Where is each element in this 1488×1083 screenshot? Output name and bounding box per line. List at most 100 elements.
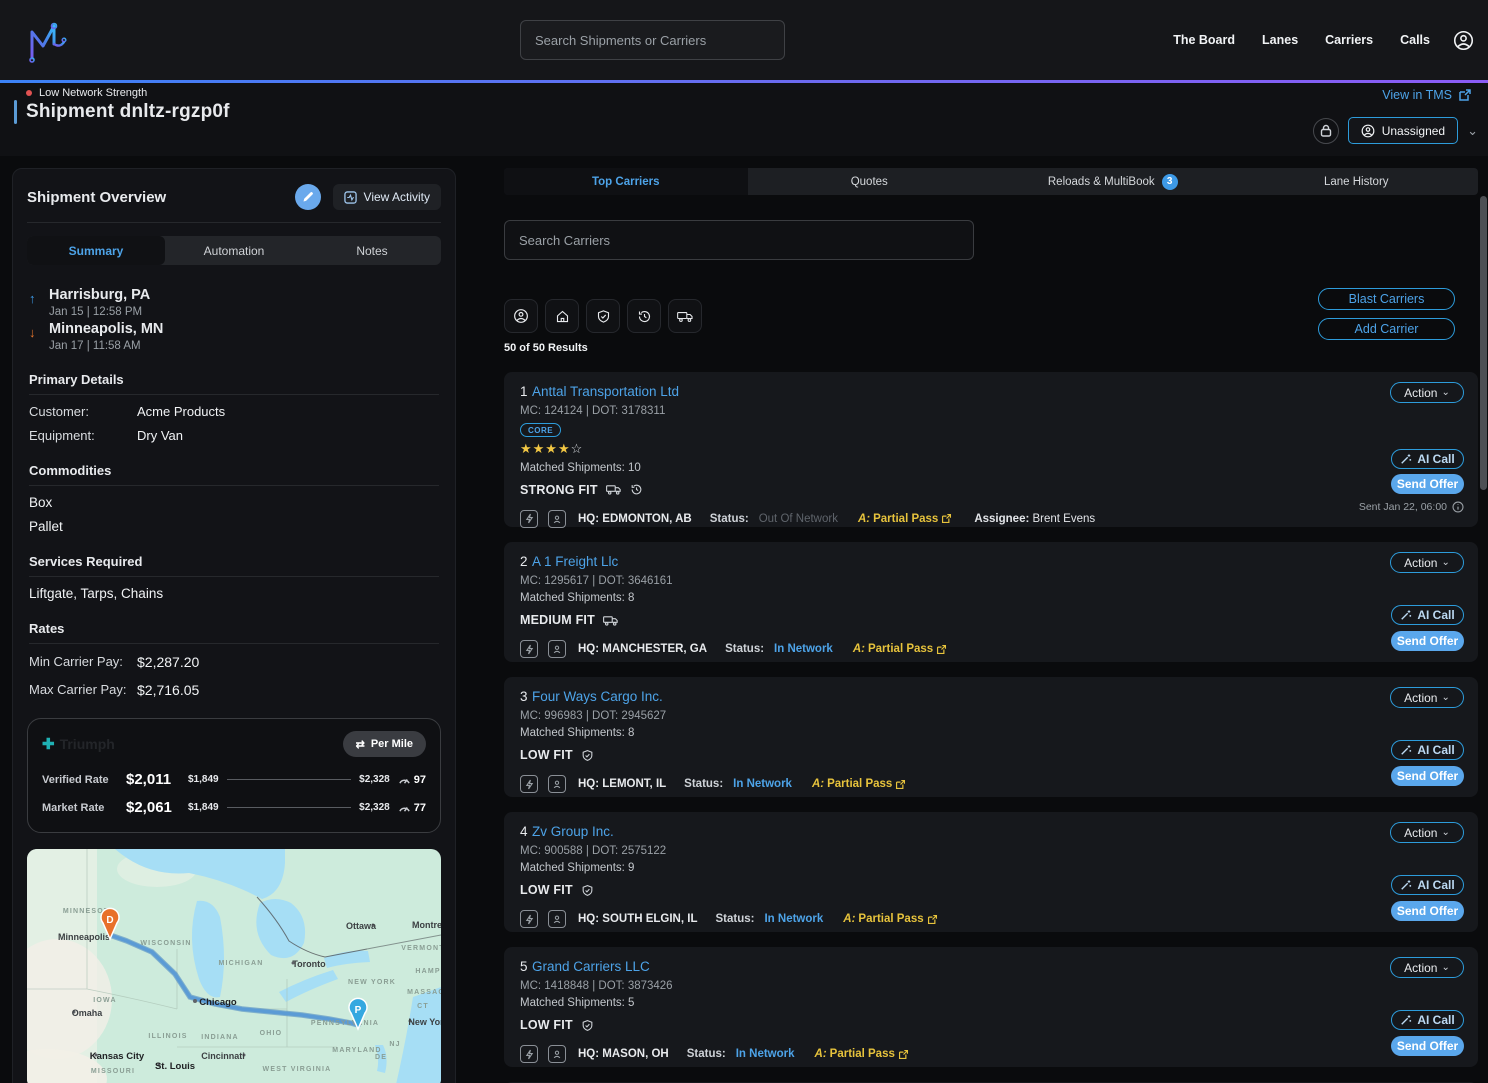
action-button[interactable]: Action⌄ [1390, 687, 1464, 708]
app-logo-icon[interactable] [26, 16, 68, 64]
carrier-hq: HQ: MANCHESTER, GA [578, 643, 707, 655]
services-value: Liftgate, Tarps, Chains [29, 586, 439, 601]
automation-icon[interactable] [520, 640, 538, 658]
ai-call-button[interactable]: AI Call [1391, 875, 1464, 895]
search-input[interactable] [520, 20, 785, 60]
tab-lane-history[interactable]: Lane History [1235, 168, 1479, 195]
nav-carriers[interactable]: Carriers [1325, 33, 1373, 47]
send-offer-button[interactable]: Send Offer [1391, 766, 1464, 786]
scrollbar-thumb[interactable] [1480, 196, 1487, 490]
title-accent-bar [14, 100, 17, 124]
equipment-value: Dry Van [137, 428, 183, 443]
filter-shield-button[interactable] [586, 299, 620, 333]
view-activity-button[interactable]: View Activity [333, 184, 441, 210]
account-icon[interactable] [1453, 30, 1474, 51]
svg-text:Cincinnati: Cincinnati [201, 1051, 245, 1061]
action-button[interactable]: Action⌄ [1390, 382, 1464, 403]
filter-truck-button[interactable] [668, 299, 702, 333]
highway-icon: A: [858, 513, 870, 525]
per-mile-toggle[interactable]: ⇄ Per Mile [343, 731, 426, 757]
carrier-hq: HQ: LEMONT, IL [578, 778, 666, 790]
svg-text:OHIO: OHIO [260, 1030, 283, 1037]
send-offer-button[interactable]: Send Offer [1391, 901, 1464, 921]
automation-icon[interactable] [520, 1045, 538, 1063]
route-map[interactable]: MINNESOTA Minneapolis WISCONSIN MICHIGAN… [27, 849, 441, 1083]
external-link-icon [927, 914, 938, 925]
tab-reloads-multibook[interactable]: Reloads & MultiBook 3 [991, 168, 1235, 195]
filter-history-button[interactable] [627, 299, 661, 333]
offer-sent-info: Sent Jan 22, 06:00 [1359, 501, 1464, 513]
filter-home-button[interactable] [545, 299, 579, 333]
svg-text:St. Louis: St. Louis [155, 1061, 195, 1072]
ai-call-button[interactable]: AI Call [1391, 740, 1464, 760]
truck-icon [603, 614, 619, 627]
assignee-button[interactable]: Unassigned [1348, 117, 1458, 144]
tab-quotes[interactable]: Quotes [748, 168, 992, 195]
ai-call-button[interactable]: AI Call [1391, 1010, 1464, 1030]
svg-text:NEW YORK: NEW YORK [348, 979, 396, 986]
max-pay-value: $2,716.05 [137, 682, 199, 698]
services-heading: Services Required [29, 554, 439, 577]
ai-call-label: AI Call [1417, 1013, 1454, 1027]
add-carrier-button[interactable]: Add Carrier [1318, 318, 1455, 340]
external-link-icon [936, 644, 947, 655]
blast-carriers-button[interactable]: Blast Carriers [1318, 288, 1455, 310]
rate-range-line [227, 779, 352, 780]
view-in-tms-link[interactable]: View in TMS [1382, 88, 1472, 102]
compliance-link[interactable]: A: Partial Pass [843, 913, 937, 925]
contact-card-icon[interactable] [548, 510, 566, 528]
shipment-overview-panel: Shipment Overview View Activity Summary … [12, 168, 456, 1083]
carriers-tabs: Top Carriers Quotes Reloads & MultiBook … [504, 168, 1478, 195]
overview-title: Shipment Overview [27, 189, 295, 206]
tab-automation[interactable]: Automation [165, 236, 303, 265]
info-icon[interactable] [1452, 501, 1464, 513]
nav-lanes[interactable]: Lanes [1262, 33, 1298, 47]
send-offer-button[interactable]: Send Offer [1391, 474, 1464, 494]
ai-call-button[interactable]: AI Call [1391, 449, 1464, 469]
carrier-name-link[interactable]: Zv Group Inc. [532, 824, 614, 839]
header-chevron-down-icon[interactable]: ⌄ [1467, 123, 1478, 139]
carrier-name-link[interactable]: Anttal Transportation Ltd [532, 384, 679, 399]
carrier-name-link[interactable]: Grand Carriers LLC [532, 959, 650, 974]
automation-icon[interactable] [520, 910, 538, 928]
automation-icon[interactable] [520, 510, 538, 528]
nav-the-board[interactable]: The Board [1173, 33, 1235, 47]
contact-card-icon[interactable] [548, 1045, 566, 1063]
fit-label: MEDIUM FIT [520, 613, 595, 627]
shield-check-icon [596, 309, 611, 324]
action-button[interactable]: Action⌄ [1390, 957, 1464, 978]
ai-call-button[interactable]: AI Call [1391, 605, 1464, 625]
action-button[interactable]: Action⌄ [1390, 552, 1464, 573]
tab-top-carriers[interactable]: Top Carriers [504, 168, 748, 195]
compliance-link[interactable]: A: Partial Pass [853, 643, 947, 655]
tab-reloads-label: Reloads & MultiBook [1048, 176, 1155, 188]
compliance-link[interactable]: A: Partial Pass [858, 513, 952, 525]
compliance-link[interactable]: A: Partial Pass [815, 1048, 909, 1060]
carrier-search-input[interactable] [504, 220, 974, 260]
tab-summary[interactable]: Summary [27, 236, 165, 265]
lock-button[interactable] [1313, 118, 1339, 144]
assignee-value: Brent Evens [1033, 513, 1096, 525]
automation-icon[interactable] [520, 775, 538, 793]
carrier-card: 4 Zv Group Inc. MC: 900588 | DOT: 257512… [504, 812, 1478, 932]
compliance-link[interactable]: A: Partial Pass [812, 778, 906, 790]
edit-shipment-button[interactable] [295, 184, 321, 210]
send-offer-button[interactable]: Send Offer [1391, 631, 1464, 651]
send-offer-button[interactable]: Send Offer [1391, 1036, 1464, 1056]
shield-check-icon [581, 749, 594, 762]
contact-card-icon[interactable] [548, 910, 566, 928]
contact-card-icon[interactable] [548, 640, 566, 658]
svg-text:HAMPS: HAMPS [415, 968, 441, 975]
tab-notes[interactable]: Notes [303, 236, 441, 265]
filter-account-button[interactable] [504, 299, 538, 333]
carrier-name-link[interactable]: A 1 Freight Llc [532, 554, 618, 569]
verified-rate-row: Verified Rate $2,011 $1,849 $2,328 97 [42, 771, 426, 788]
action-button[interactable]: Action⌄ [1390, 822, 1464, 843]
contact-card-icon[interactable] [548, 775, 566, 793]
carrier-name-link[interactable]: Four Ways Cargo Inc. [532, 689, 663, 704]
nav-calls[interactable]: Calls [1400, 33, 1430, 47]
sent-timestamp: Sent Jan 22, 06:00 [1359, 501, 1447, 513]
carrier-rank: 1 [520, 384, 528, 399]
market-rate-max: $2,328 [359, 802, 390, 813]
svg-text:PENNSYLVANIA: PENNSYLVANIA [311, 1020, 379, 1027]
